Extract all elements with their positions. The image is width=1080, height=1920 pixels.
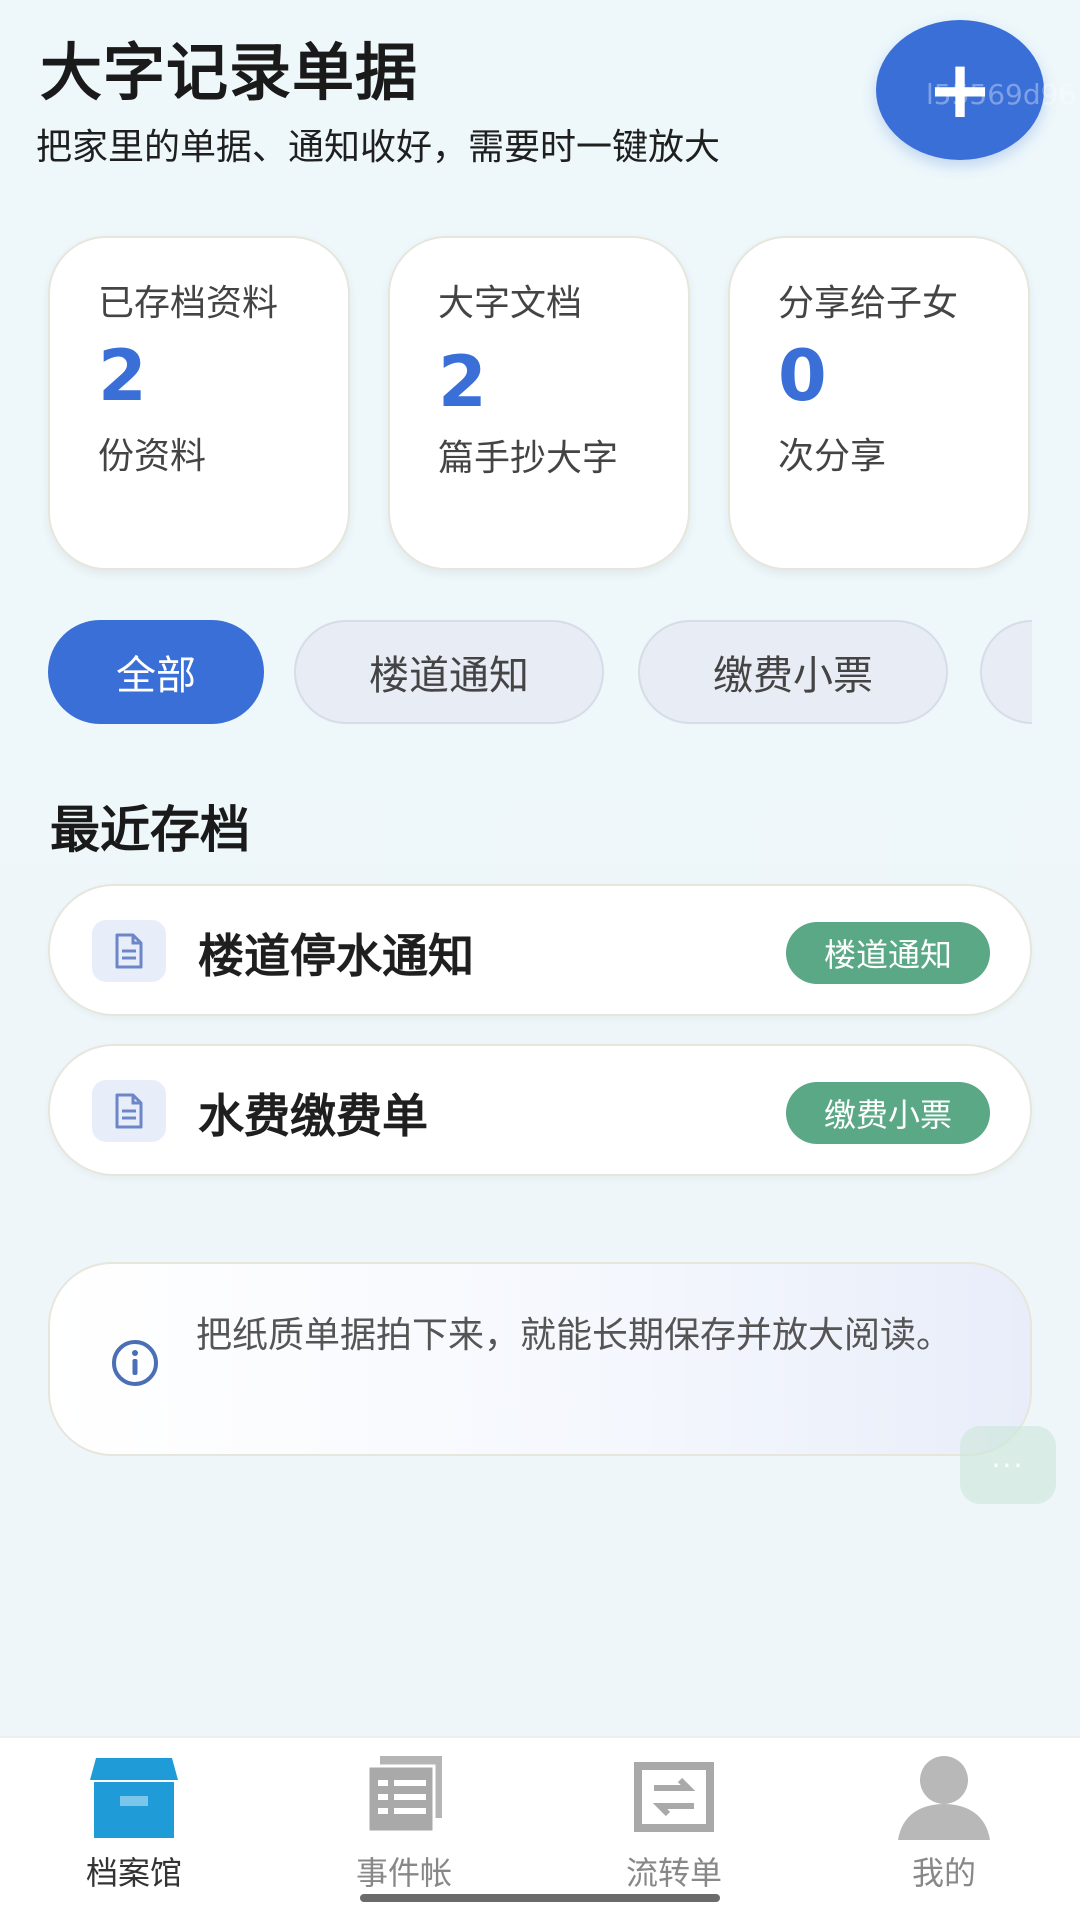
stat-label: 已存档资料 xyxy=(98,283,279,324)
screen: 大字记录单据 把家里的单据、通知收好，需要时一键放大 + l55569d96 已… xyxy=(0,0,1080,1920)
nav-item-me[interactable]: 我的 xyxy=(844,1748,1044,1898)
tip-card: 把纸质单据拍下来，就能长期保存并放大阅读。 xyxy=(48,1262,1032,1456)
filter-chip-hallway-notice[interactable]: 楼道通知 xyxy=(294,620,604,724)
stat-card-large-docs[interactable]: 大字文档 2 篇手抄大字 xyxy=(388,236,690,570)
nav-label: 我的 xyxy=(911,1854,976,1892)
nav-label: 事件帐 xyxy=(355,1854,452,1892)
bottom-nav: 档案馆 事件帐 流转单 我的 xyxy=(0,1736,1080,1920)
nav-label: 流转单 xyxy=(625,1854,722,1892)
stat-value: 2 xyxy=(438,341,487,423)
page-subtitle: 把家里的单据、通知收好，需要时一键放大 xyxy=(36,127,721,168)
recent-item[interactable]: 水费缴费单 缴费小票 xyxy=(48,1044,1032,1176)
stat-label: 大字文档 xyxy=(438,283,583,324)
filter-chip-all[interactable]: 全部 xyxy=(48,620,264,724)
recent-item-name: 水费缴费单 xyxy=(198,1089,428,1143)
transfer-icon xyxy=(634,1762,714,1832)
nav-label: 档案馆 xyxy=(85,1854,182,1892)
stat-value: 2 xyxy=(98,335,147,417)
user-icon xyxy=(898,1756,990,1840)
info-icon xyxy=(112,1340,158,1386)
stat-unit: 篇手抄大字 xyxy=(438,438,619,479)
stat-card-archived[interactable]: 已存档资料 2 份资料 xyxy=(48,236,350,570)
tip-text: 把纸质单据拍下来，就能长期保存并放大阅读。 xyxy=(196,1315,953,1356)
category-tag: 缴费小票 xyxy=(786,1082,990,1144)
recent-item[interactable]: 楼道停水通知 楼道通知 xyxy=(48,884,1032,1016)
filter-chip-payment-receipt[interactable]: 缴费小票 xyxy=(638,620,948,724)
home-indicator xyxy=(360,1894,720,1902)
archive-box-icon xyxy=(90,1758,178,1838)
ledger-icon xyxy=(366,1756,442,1834)
recent-item-name: 楼道停水通知 xyxy=(198,929,474,983)
recent-section-title: 最近存档 xyxy=(50,801,250,859)
add-button[interactable]: + l55569d96 xyxy=(876,20,1076,160)
stat-unit: 次分享 xyxy=(778,436,887,477)
stat-unit: 份资料 xyxy=(98,436,207,477)
filter-chips: 全部 楼道通知 缴费小票 xyxy=(48,620,1032,726)
document-icon xyxy=(92,920,166,982)
category-tag: 楼道通知 xyxy=(786,922,990,984)
stat-value: 0 xyxy=(778,335,827,417)
nav-item-transfer[interactable]: 流转单 xyxy=(574,1748,774,1898)
page-title: 大字记录单据 xyxy=(40,36,419,109)
stat-card-shared[interactable]: 分享给子女 0 次分享 xyxy=(728,236,1030,570)
stat-label: 分享给子女 xyxy=(778,283,959,324)
floating-more-button[interactable]: ··· xyxy=(960,1426,1056,1504)
nav-item-ledger[interactable]: 事件帐 xyxy=(304,1748,504,1898)
filter-chip-more[interactable] xyxy=(980,620,1032,724)
document-icon xyxy=(92,1080,166,1142)
watermark: l55569d96 xyxy=(926,78,1077,111)
nav-item-archive[interactable]: 档案馆 xyxy=(34,1748,234,1898)
